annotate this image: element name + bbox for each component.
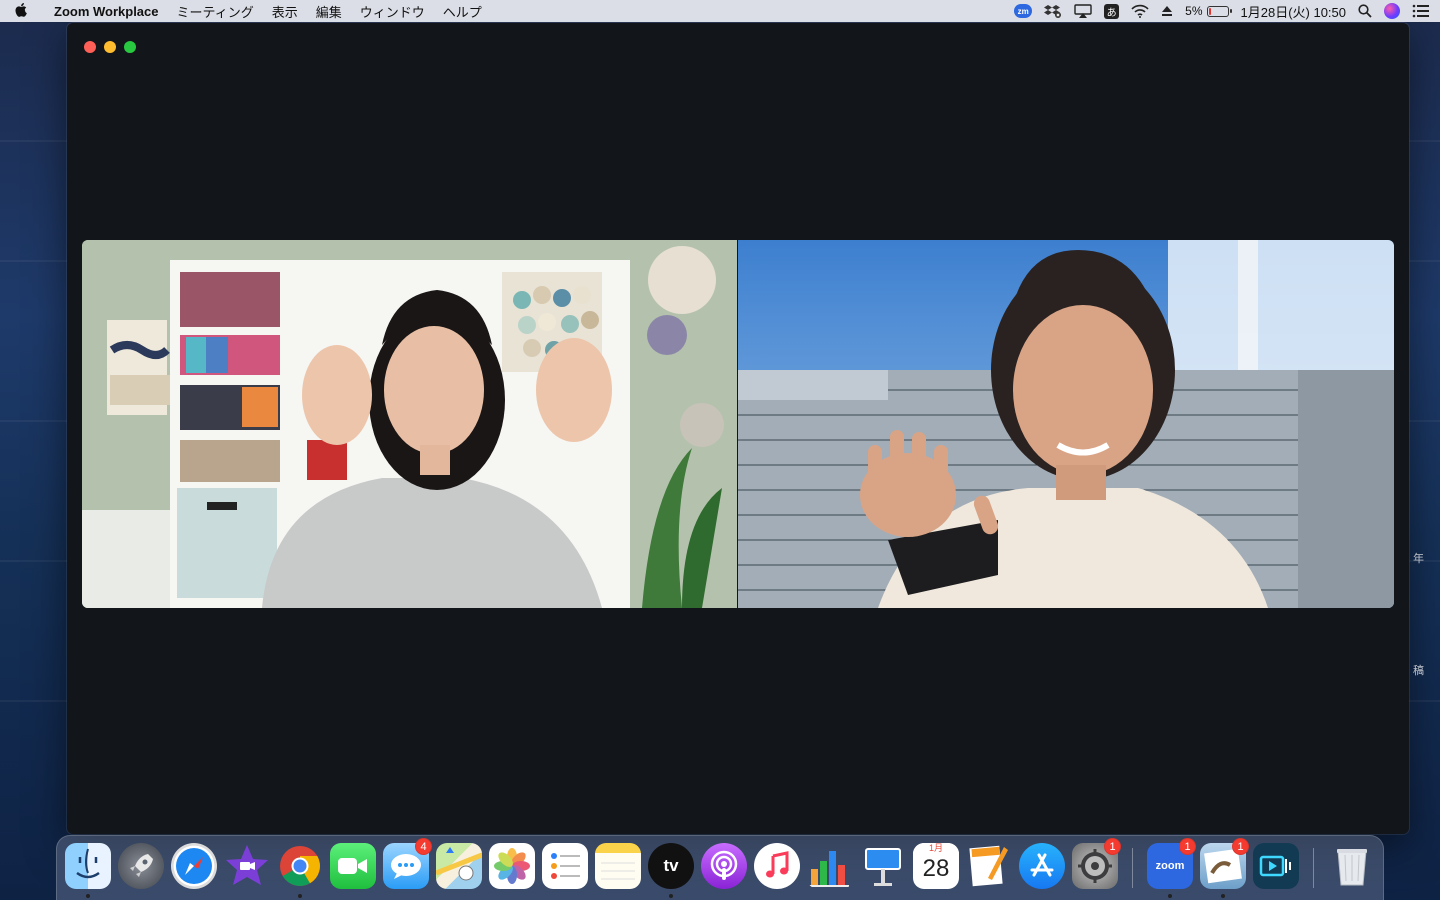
zoom-label: zoom: [1155, 860, 1185, 872]
participant-video-right[interactable]: [738, 240, 1394, 608]
menu-app-name[interactable]: Zoom Workplace: [44, 4, 168, 19]
video-editor-icon: [1253, 843, 1299, 889]
wifi-icon[interactable]: [1131, 4, 1149, 18]
battery-level-fill: [1208, 7, 1211, 15]
spotlight-search-icon[interactable]: [1358, 4, 1372, 18]
dock-item-apple-tv[interactable]: tv: [648, 843, 694, 898]
running-indicator: [298, 894, 302, 898]
menu-bar: Zoom Workplace ミーティング 表示 編集 ウィンドウ ヘルプ zm…: [0, 0, 1440, 22]
running-indicator: [1221, 894, 1225, 898]
battery-icon: [1206, 5, 1232, 17]
menu-edit[interactable]: 編集: [307, 2, 351, 21]
imovie-star-icon: [224, 843, 270, 889]
battery-percent: 5%: [1185, 4, 1203, 18]
participant-right-video-feed: [738, 240, 1394, 608]
calendar-icon: 1月 28: [913, 843, 959, 889]
dock-item-keynote[interactable]: [860, 843, 906, 889]
menu-meeting[interactable]: ミーティング: [168, 2, 263, 21]
apple-tv-icon: tv: [648, 843, 694, 889]
dock-item-notes[interactable]: [595, 843, 641, 889]
calendar-day: 28: [922, 855, 950, 882]
dock-item-trash[interactable]: [1329, 843, 1375, 889]
menu-help[interactable]: ヘルプ: [434, 2, 491, 21]
facetime-icon: [330, 843, 376, 889]
finder-icon: [65, 843, 111, 889]
participant-left-video-feed: [82, 240, 737, 608]
dock-item-zoom[interactable]: zoom 1: [1147, 838, 1196, 898]
keynote-podium-icon: [860, 843, 906, 889]
minimize-window-button[interactable]: [104, 41, 116, 53]
running-indicator: [1168, 894, 1172, 898]
input-method-icon[interactable]: あ: [1104, 3, 1120, 19]
dock-item-maps[interactable]: [436, 843, 482, 889]
dock: 4 tv 1月 28 1 zoom 1 1: [56, 835, 1384, 900]
dock-separator: [1313, 848, 1314, 888]
dock-item-chrome[interactable]: [277, 843, 323, 898]
notification-badge: 4: [415, 838, 432, 855]
music-note-icon: [754, 843, 800, 889]
dock-item-facetime[interactable]: [330, 843, 376, 889]
pages-icon: [966, 843, 1012, 889]
launchpad-rocket-icon: [118, 843, 164, 889]
dock-item-numbers[interactable]: [807, 843, 853, 889]
close-window-button[interactable]: [84, 41, 96, 53]
apple-menu-icon[interactable]: [0, 3, 44, 19]
maps-icon: [436, 843, 482, 889]
zoom-status-icon[interactable]: zm: [1014, 4, 1033, 18]
window-controls: [84, 41, 136, 53]
dock-item-photos[interactable]: [489, 843, 535, 889]
dock-item-music[interactable]: [754, 843, 800, 889]
desktop-text-fragment: 稿: [1413, 665, 1424, 677]
numbers-chart-icon: [807, 843, 853, 889]
dock-item-podcasts[interactable]: [701, 843, 747, 889]
running-indicator: [86, 894, 90, 898]
dock-item-safari[interactable]: [171, 843, 217, 889]
zoom-meeting-window: [67, 23, 1409, 834]
dock-separator: [1132, 848, 1133, 888]
desktop-text-fragment: 年: [1413, 553, 1424, 565]
notification-badge: 1: [1104, 838, 1121, 855]
clock[interactable]: 1月28日(火) 10:50: [1241, 2, 1347, 21]
trash-icon: [1329, 843, 1375, 889]
safari-compass-icon: [171, 843, 217, 889]
dock-item-reminders[interactable]: [542, 843, 588, 889]
calendar-month: 1月: [913, 843, 959, 854]
dock-item-imovie[interactable]: [224, 843, 270, 889]
dock-item-preview[interactable]: 1: [1200, 838, 1249, 898]
dock-item-messages[interactable]: 4: [383, 838, 432, 889]
photos-icon: [489, 843, 535, 889]
dock-item-finder[interactable]: [65, 843, 111, 898]
participant-video-left[interactable]: [82, 240, 737, 608]
apple-tv-label: tv: [663, 856, 679, 875]
notification-badge: 1: [1232, 838, 1249, 855]
dock-item-system-preferences[interactable]: 1: [1072, 838, 1121, 889]
podcasts-icon: [701, 843, 747, 889]
dropbox-icon[interactable]: [1044, 4, 1062, 18]
control-center-icon[interactable]: [1412, 4, 1430, 18]
app-store-icon: [1019, 843, 1065, 889]
dock-item-video-editor[interactable]: [1253, 843, 1299, 889]
menu-view[interactable]: 表示: [263, 2, 307, 21]
fullscreen-window-button[interactable]: [124, 41, 136, 53]
dock-item-launchpad[interactable]: [118, 843, 164, 889]
siri-icon[interactable]: [1384, 3, 1400, 19]
notification-badge: 1: [1179, 838, 1196, 855]
chrome-icon: [277, 843, 323, 889]
dock-item-app-store[interactable]: [1019, 843, 1065, 889]
notes-icon: [595, 843, 641, 889]
reminders-icon: [542, 843, 588, 889]
airplay-icon[interactable]: [1074, 4, 1092, 18]
running-indicator: [669, 894, 673, 898]
battery-indicator[interactable]: 5%: [1185, 4, 1232, 18]
eject-icon[interactable]: [1161, 5, 1173, 17]
dock-item-pages[interactable]: [966, 843, 1012, 889]
menu-window[interactable]: ウィンドウ: [351, 2, 434, 21]
dock-item-calendar[interactable]: 1月 28: [913, 843, 959, 889]
